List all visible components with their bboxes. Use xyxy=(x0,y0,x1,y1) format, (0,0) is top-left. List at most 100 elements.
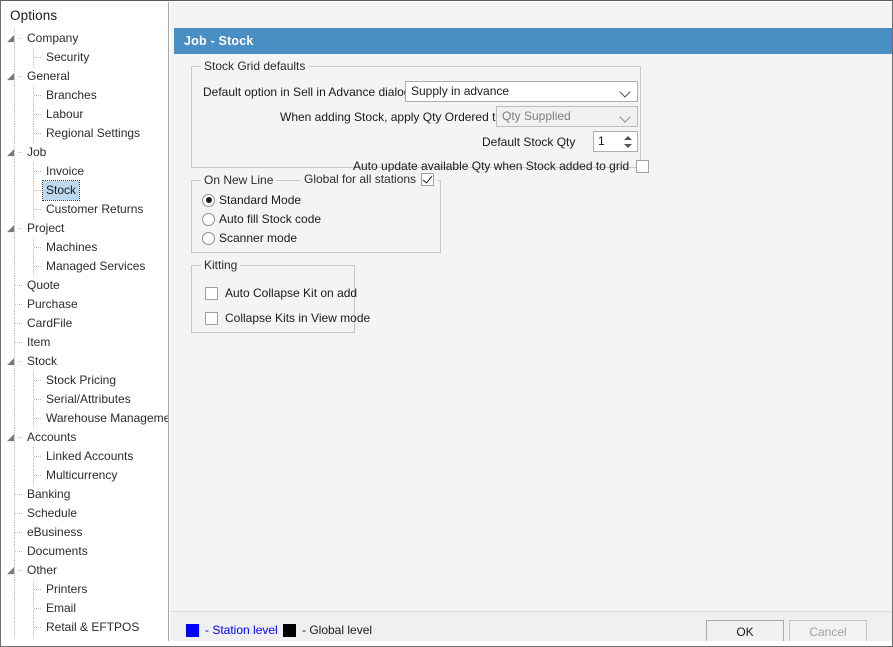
tree-guide-line xyxy=(34,475,42,476)
tree-guide-line xyxy=(15,342,23,343)
tree-expander-icon[interactable] xyxy=(7,358,18,369)
collapse-kits-view-mode-row[interactable]: Collapse Kits in View mode xyxy=(205,311,370,325)
tree-guide-line xyxy=(34,209,42,210)
tree-item-multicurrency[interactable]: Multicurrency xyxy=(2,466,169,485)
tree-expander-icon[interactable] xyxy=(7,567,18,578)
tree-item-company[interactable]: Company xyxy=(2,29,169,48)
default-stock-qty-stepper[interactable]: 1 xyxy=(593,131,638,152)
tree-item-stock-pricing[interactable]: Stock Pricing xyxy=(2,371,169,390)
qty-ordered-dropdown[interactable]: Qty Supplied xyxy=(496,106,638,127)
tree-guide-line xyxy=(14,162,15,181)
tree-guide-line xyxy=(34,95,42,96)
tree-item-label: Printers xyxy=(43,580,90,599)
tree-item-ebusiness[interactable]: eBusiness xyxy=(2,523,169,542)
tree-guide-line xyxy=(34,247,42,248)
tree-expander-icon[interactable] xyxy=(7,35,18,46)
tree-item-customer-returns[interactable]: Customer Returns xyxy=(2,200,169,219)
radio-auto-fill-stock-code-label: Auto fill Stock code xyxy=(219,212,321,226)
tree-item-security[interactable]: Security xyxy=(2,48,169,67)
tree-item-linked-accounts[interactable]: Linked Accounts xyxy=(2,447,169,466)
tree-item-job[interactable]: Job xyxy=(2,143,169,162)
tree-item-label: Banking xyxy=(24,485,73,504)
tree-item-label: Warehouse Management xyxy=(43,409,169,428)
tree-guide-line xyxy=(14,238,15,257)
tree-guide-line xyxy=(34,190,42,191)
tree-item-warehouse-management[interactable]: Warehouse Management xyxy=(2,409,169,428)
radio-auto-fill-stock-code[interactable] xyxy=(202,213,215,226)
spinner-up-icon[interactable] xyxy=(624,136,632,140)
tree-guide-line xyxy=(14,580,15,599)
tree-guide-line xyxy=(14,599,15,618)
tree-item-label: Machines xyxy=(43,238,100,257)
tree-item-stock[interactable]: Stock xyxy=(2,352,169,371)
tree-guide-line xyxy=(19,570,23,571)
tree-guide-line xyxy=(15,323,23,324)
auto-collapse-kit-row[interactable]: Auto Collapse Kit on add xyxy=(205,286,357,300)
spinner-down-icon[interactable] xyxy=(624,144,632,148)
tree-item-cardfile[interactable]: CardFile xyxy=(2,314,169,333)
tree-item-label: Email xyxy=(43,599,79,618)
tree-guide-line xyxy=(19,228,23,229)
tree-item-other[interactable]: Other xyxy=(2,561,169,580)
sell-in-advance-dropdown[interactable]: Supply in advance xyxy=(405,81,638,102)
tree-item-schedule[interactable]: Schedule xyxy=(2,504,169,523)
global-for-all-stations-label: Global for all stations xyxy=(304,172,416,186)
tree-item-labour[interactable]: Labour xyxy=(2,105,169,124)
tree-item-label: Customer Returns xyxy=(43,200,146,219)
tree-guide-line xyxy=(14,371,15,390)
global-for-all-stations-row[interactable]: Global for all stations xyxy=(300,172,438,186)
tree-item-banking[interactable]: Banking xyxy=(2,485,169,504)
tree-item-purchase[interactable]: Purchase xyxy=(2,295,169,314)
tree-item-managed-services[interactable]: Managed Services xyxy=(2,257,169,276)
tree-item-item[interactable]: Item xyxy=(2,333,169,352)
radio-standard-mode-label: Standard Mode xyxy=(219,193,301,207)
legend-global-level: - Global level xyxy=(283,623,372,637)
tree-item-quote[interactable]: Quote xyxy=(2,276,169,295)
radio-scanner-mode[interactable] xyxy=(202,232,215,245)
settings-body: Stock Grid defaults Default option in Se… xyxy=(170,54,893,612)
tree-item-general[interactable]: General xyxy=(2,67,169,86)
radio-standard-mode-row[interactable]: Standard Mode xyxy=(202,193,301,207)
tree-item-label: Invoice xyxy=(43,162,87,181)
auto-collapse-kit-checkbox[interactable] xyxy=(205,287,218,300)
spinner-arrows-icon[interactable] xyxy=(623,135,632,149)
radio-scanner-mode-label: Scanner mode xyxy=(219,231,297,245)
tree-item-retail-eftpos[interactable]: Retail & EFTPOS xyxy=(2,618,169,637)
tree-item-email[interactable]: Email xyxy=(2,599,169,618)
tree-expander-icon[interactable] xyxy=(7,73,18,84)
tree-item-printers[interactable]: Printers xyxy=(2,580,169,599)
radio-standard-mode[interactable] xyxy=(202,194,215,207)
tree-guide-line xyxy=(15,532,23,533)
on-new-line-legend: On New Line xyxy=(201,173,276,187)
tree-guide-line xyxy=(34,627,42,628)
tree-guide-line xyxy=(34,399,42,400)
tree-guide-line xyxy=(34,171,42,172)
default-stock-qty-label: Default Stock Qty xyxy=(482,134,575,150)
tree-item-branches[interactable]: Branches xyxy=(2,86,169,105)
on-new-line-group: On New Line Global for all stations Stan… xyxy=(191,180,441,253)
collapse-kits-view-mode-checkbox[interactable] xyxy=(205,312,218,325)
tree-item-documents[interactable]: Documents xyxy=(2,542,169,561)
tree-item-stock[interactable]: Stock xyxy=(2,181,169,200)
tree-item-machines[interactable]: Machines xyxy=(2,238,169,257)
auto-update-qty-checkbox[interactable] xyxy=(636,160,649,173)
global-for-all-stations-checkbox[interactable] xyxy=(421,173,434,186)
tree-guide-line xyxy=(15,285,23,286)
tree-item-serial-attributes[interactable]: Serial/Attributes xyxy=(2,390,169,409)
kitting-legend: Kitting xyxy=(201,258,240,272)
tree-item-invoice[interactable]: Invoice xyxy=(2,162,169,181)
tree-expander-icon[interactable] xyxy=(7,149,18,160)
tree-expander-icon[interactable] xyxy=(7,434,18,445)
stock-grid-defaults-legend: Stock Grid defaults xyxy=(201,59,308,73)
default-stock-qty-value: 1 xyxy=(598,134,605,148)
auto-update-qty-checkbox-row[interactable]: Auto update available Qty when Stock add… xyxy=(353,159,649,173)
tree-item-regional-settings[interactable]: Regional Settings xyxy=(2,124,169,143)
tree-item-project[interactable]: Project xyxy=(2,219,169,238)
options-tree[interactable]: CompanySecurityGeneralBranchesLabourRegi… xyxy=(2,29,169,637)
tree-guide-line xyxy=(15,513,23,514)
radio-scanner-mode-row[interactable]: Scanner mode xyxy=(202,231,297,245)
tree-expander-icon[interactable] xyxy=(7,225,18,236)
tree-guide-line xyxy=(15,551,23,552)
tree-item-accounts[interactable]: Accounts xyxy=(2,428,169,447)
radio-auto-fill-stock-code-row[interactable]: Auto fill Stock code xyxy=(202,212,321,226)
